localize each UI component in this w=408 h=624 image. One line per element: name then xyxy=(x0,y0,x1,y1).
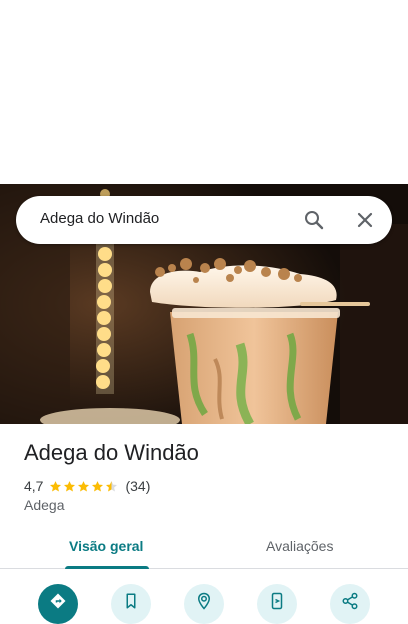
nearby-icon xyxy=(197,592,211,610)
share-icon xyxy=(342,592,358,610)
send-to-phone-icon xyxy=(271,592,283,610)
active-tab-indicator xyxy=(65,566,149,569)
rating-value: 4,7 xyxy=(24,478,44,494)
map-area-blank xyxy=(0,0,408,184)
tab-overview[interactable]: Visão geral xyxy=(60,530,152,569)
search-bar[interactable]: Adega do Windão xyxy=(16,196,392,244)
star-icon xyxy=(92,480,104,491)
bookmark-icon xyxy=(126,593,136,609)
directions-button[interactable] xyxy=(38,584,78,624)
save-button[interactable] xyxy=(111,584,151,624)
star-half-icon xyxy=(106,480,118,491)
search-input[interactable]: Adega do Windão xyxy=(40,210,159,227)
rating-row[interactable]: 4,7 (34) xyxy=(24,477,150,495)
directions-icon xyxy=(50,593,66,609)
share-button[interactable] xyxy=(330,584,370,624)
star-icon xyxy=(64,480,76,491)
tab-overview-label: Visão geral xyxy=(69,538,144,554)
send-to-phone-button[interactable] xyxy=(257,584,297,624)
star-icon xyxy=(78,480,90,491)
tab-reviews-label: Avaliações xyxy=(266,538,334,554)
search-icon[interactable] xyxy=(302,208,326,232)
place-category[interactable]: Adega xyxy=(24,497,64,513)
star-icon xyxy=(50,480,62,491)
review-count[interactable]: (34) xyxy=(125,478,150,494)
close-icon[interactable] xyxy=(353,208,377,232)
rating-stars xyxy=(49,480,119,493)
place-tabs: Visão geral Avaliações xyxy=(0,530,408,569)
place-title: Adega do Windão xyxy=(24,440,199,465)
tab-reviews[interactable]: Avaliações xyxy=(256,530,352,568)
nearby-button[interactable] xyxy=(184,584,224,624)
